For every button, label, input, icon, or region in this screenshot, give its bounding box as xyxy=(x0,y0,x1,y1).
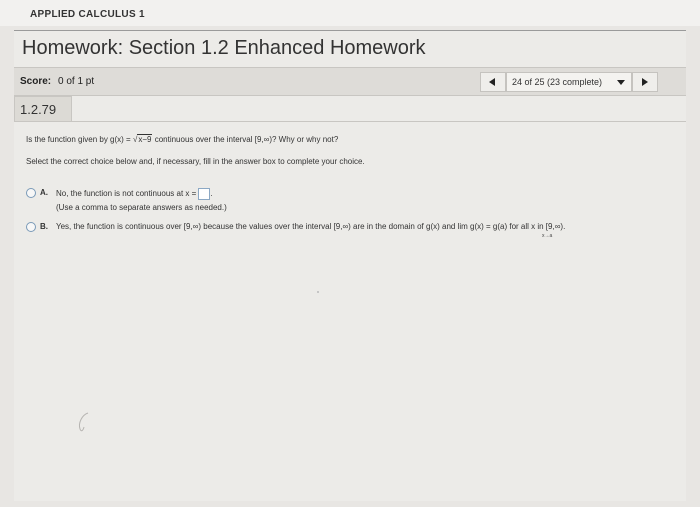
choice-b-text: Yes, the function is continuous over [9,… xyxy=(56,222,566,231)
triangle-right-icon xyxy=(642,78,648,86)
question-position: 24 of 25 (23 complete) xyxy=(512,77,603,87)
question-id: 1.2.79 xyxy=(20,102,57,117)
course-title: APPLIED CALCULUS 1 xyxy=(30,9,145,20)
previous-question-button[interactable] xyxy=(480,72,506,92)
homework-panel: Homework: Section 1.2 Enhanced Homework … xyxy=(14,30,686,501)
question-id-box: 1.2.79 xyxy=(14,96,72,122)
limit-subscript: x→a xyxy=(542,233,553,239)
choice-a-radio[interactable] xyxy=(26,188,36,198)
score-value: 0 of 1 pt xyxy=(58,76,95,87)
choice-a-letter: A. xyxy=(40,188,48,197)
choice-a-text: No, the function is not continuous at x … xyxy=(56,188,213,200)
stray-mark xyxy=(317,291,319,293)
answer-input-box[interactable] xyxy=(198,188,211,200)
score-label: Score: xyxy=(20,76,52,87)
homework-title: Homework: Section 1.2 Enhanced Homework xyxy=(22,37,426,59)
choice-b-letter: B. xyxy=(40,222,48,231)
choice-a-note: (Use a comma to separate answers as need… xyxy=(56,203,227,212)
choice-b-radio[interactable] xyxy=(26,222,36,232)
course-bar: APPLIED CALCULUS 1 xyxy=(0,0,700,26)
prompt-start: Is the function given by g(x) = xyxy=(26,135,133,144)
pen-scribble-icon xyxy=(79,412,89,432)
next-question-button[interactable] xyxy=(632,72,658,92)
question-selector[interactable]: 24 of 25 (23 complete) xyxy=(506,72,632,92)
instruction-text: Select the correct choice below and, if … xyxy=(26,157,365,166)
caret-down-icon xyxy=(617,80,625,85)
choice-a-label: No, the function is not continuous at x … xyxy=(56,189,197,199)
question-prompt: Is the function given by g(x) = √x−9 con… xyxy=(26,134,339,144)
prompt-radicand: x−9 xyxy=(137,134,153,144)
triangle-left-icon xyxy=(489,78,495,86)
score-bar: Score: 0 of 1 pt 24 of 25 (23 complete) xyxy=(14,67,686,96)
divider xyxy=(14,121,686,122)
choice-a-period: . xyxy=(210,189,213,199)
prompt-end: continuous over the interval [9,∞)? Why … xyxy=(152,135,339,144)
